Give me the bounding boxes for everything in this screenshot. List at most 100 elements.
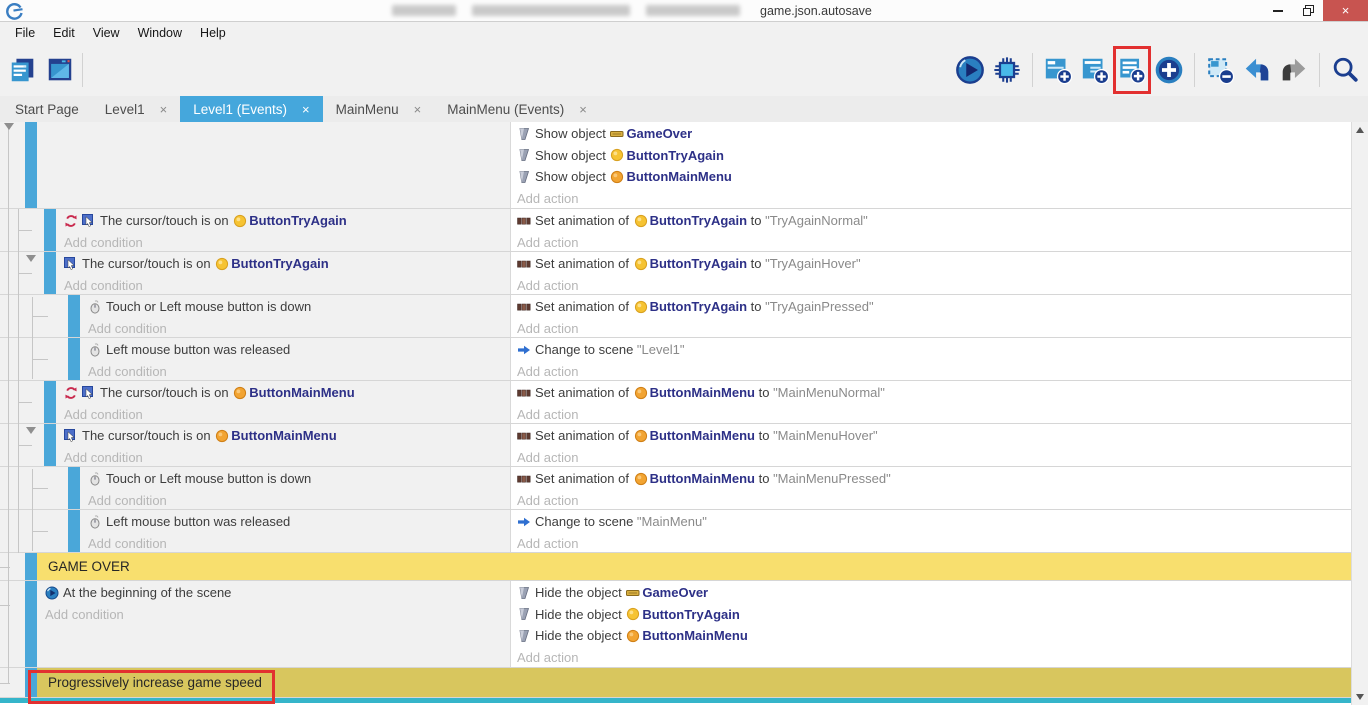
add-condition-link[interactable]: Add condition [45, 604, 510, 626]
action-line[interactable]: Change to scene "MainMenu" [517, 511, 1351, 533]
menu-view[interactable]: View [84, 26, 129, 40]
condition-line[interactable]: The cursor/touch is on ButtonTryAgain [64, 210, 510, 232]
add-action-link[interactable]: Add action [517, 647, 1351, 669]
comment-text[interactable]: Progressively increase game speed [37, 668, 1351, 697]
condition-line[interactable]: Touch or Left mouse button is down [88, 468, 510, 490]
add-action-link[interactable]: Add action [517, 275, 1351, 297]
scroll-down-icon[interactable] [1356, 694, 1364, 700]
add-condition-link[interactable]: Add condition [64, 275, 510, 297]
add-condition-link[interactable]: Add condition [64, 447, 510, 469]
tab-close-icon[interactable]: × [160, 102, 168, 117]
action-line[interactable]: Hide the object ButtonMainMenu [517, 625, 1351, 647]
expander-icon[interactable] [4, 123, 14, 130]
play-button[interactable] [953, 48, 987, 92]
action-line[interactable]: Set animation of ButtonMainMenu to "Main… [517, 468, 1351, 490]
tab-level1[interactable]: Level1× [92, 96, 180, 122]
condition-line[interactable]: At the beginning of the scene [45, 582, 510, 604]
menu-file[interactable]: File [6, 26, 44, 40]
add-action-link[interactable]: Add action [517, 361, 1351, 383]
tab-mainmenu-events-[interactable]: MainMenu (Events)× [434, 96, 600, 122]
redo-button[interactable] [1277, 48, 1311, 92]
tab-close-icon[interactable]: × [579, 102, 587, 117]
tab-close-icon[interactable]: × [414, 102, 422, 117]
event-row[interactable]: Touch or Left mouse button is downAdd co… [0, 295, 1351, 338]
condition-line[interactable]: The cursor/touch is on ButtonMainMenu [64, 425, 510, 447]
event-row[interactable]: The cursor/touch is on ButtonMainMenuAdd… [0, 424, 1351, 467]
condition-line[interactable]: Touch or Left mouse button is down [88, 296, 510, 318]
event-row[interactable]: Left mouse button was releasedAdd condit… [0, 510, 1351, 553]
expander-icon[interactable] [26, 255, 36, 262]
add-condition-link[interactable]: Add condition [64, 232, 510, 254]
remove-button[interactable] [1203, 48, 1237, 92]
object-name: ButtonTryAgain [626, 148, 724, 163]
add-condition-link[interactable]: Add condition [88, 533, 510, 555]
add-button[interactable] [1152, 48, 1186, 92]
menu-bar: FileEditViewWindowHelp [0, 22, 1368, 44]
action-line[interactable]: Set animation of ButtonTryAgain to "TryA… [517, 296, 1351, 318]
add-action-link[interactable]: Add action [517, 232, 1351, 254]
condition-line[interactable]: Left mouse button was released [88, 511, 510, 533]
add-action-link[interactable]: Add action [517, 490, 1351, 512]
condition-line[interactable]: Left mouse button was released [88, 339, 510, 361]
action-line[interactable]: Set animation of ButtonMainMenu to "Main… [517, 382, 1351, 404]
search-button[interactable] [1328, 48, 1362, 92]
tree-tick [18, 230, 32, 231]
debug-button[interactable] [990, 48, 1024, 92]
tab-mainmenu[interactable]: MainMenu× [323, 96, 435, 122]
add-action-link[interactable]: Add action [517, 188, 1351, 210]
tab-level1-events-[interactable]: Level1 (Events)× [180, 96, 322, 122]
add-condition-link[interactable]: Add condition [64, 404, 510, 426]
add-action-link[interactable]: Add action [517, 318, 1351, 340]
action-line[interactable]: Show object ButtonTryAgain [517, 145, 1351, 167]
undo-button[interactable] [1240, 48, 1274, 92]
scene-editor-button[interactable] [43, 48, 77, 92]
close-button[interactable]: × [1323, 0, 1368, 21]
comment-text[interactable]: GAME OVER [37, 553, 1351, 580]
add-comment-button[interactable] [1115, 48, 1149, 92]
action-line[interactable]: Show object ButtonMainMenu [517, 166, 1351, 188]
add-action-link[interactable]: Add action [517, 447, 1351, 469]
action-line[interactable]: Show object GameOver [517, 123, 1351, 145]
add-event-button[interactable] [1041, 48, 1075, 92]
event-row[interactable]: The cursor/touch is on ButtonTryAgainAdd… [0, 252, 1351, 295]
add-condition-link[interactable]: Add condition [88, 361, 510, 383]
comment-row[interactable]: Progressively increase game speed [0, 668, 1351, 698]
menu-help[interactable]: Help [191, 26, 235, 40]
action-text: to [755, 385, 773, 400]
event-row[interactable]: The cursor/touch is on ButtonTryAgainAdd… [0, 209, 1351, 252]
add-subevent-button[interactable] [1078, 48, 1112, 92]
event-row[interactable]: Show object GameOverShow object ButtonTr… [0, 122, 1351, 209]
add-action-link[interactable]: Add action [517, 533, 1351, 555]
action-line[interactable]: Hide the object GameOver [517, 582, 1351, 604]
play-circle-icon [45, 586, 59, 600]
minimize-button[interactable] [1263, 0, 1293, 21]
action-line[interactable]: Set animation of ButtonTryAgain to "TryA… [517, 210, 1351, 232]
event-row[interactable]: Left mouse button was releasedAdd condit… [0, 338, 1351, 381]
add-condition-link[interactable]: Add condition [88, 490, 510, 512]
menu-edit[interactable]: Edit [44, 26, 84, 40]
action-line[interactable]: Set animation of ButtonTryAgain to "TryA… [517, 253, 1351, 275]
expander-icon[interactable] [26, 427, 36, 434]
condition-line[interactable]: The cursor/touch is on ButtonTryAgain [64, 253, 510, 275]
event-row[interactable]: The cursor/touch is on ButtonMainMenuAdd… [0, 381, 1351, 424]
projects-button[interactable] [6, 48, 40, 92]
comment-row[interactable]: GAME OVER [0, 553, 1351, 581]
condition-line[interactable]: The cursor/touch is on ButtonMainMenu [64, 382, 510, 404]
tab-close-icon[interactable]: × [302, 102, 310, 117]
action-line[interactable]: Change to scene "Level1" [517, 339, 1351, 361]
action-text: to [755, 428, 773, 443]
action-line[interactable]: Hide the object ButtonTryAgain [517, 604, 1351, 626]
add-condition-link[interactable]: Add condition [88, 318, 510, 340]
event-row[interactable]: Touch or Left mouse button is downAdd co… [0, 467, 1351, 510]
action-text: Set animation of [535, 213, 633, 228]
vertical-scrollbar[interactable] [1351, 122, 1368, 705]
add-action-link[interactable]: Add action [517, 404, 1351, 426]
tab-start-page[interactable]: Start Page [2, 96, 92, 122]
event-row[interactable]: At the beginning of the sceneAdd conditi… [0, 581, 1351, 668]
menu-window[interactable]: Window [129, 26, 191, 40]
scroll-up-icon[interactable] [1356, 127, 1364, 133]
restore-button[interactable] [1293, 0, 1323, 21]
tree-tick [0, 605, 10, 606]
obj-orange-icon [634, 386, 648, 400]
action-line[interactable]: Set animation of ButtonMainMenu to "Main… [517, 425, 1351, 447]
